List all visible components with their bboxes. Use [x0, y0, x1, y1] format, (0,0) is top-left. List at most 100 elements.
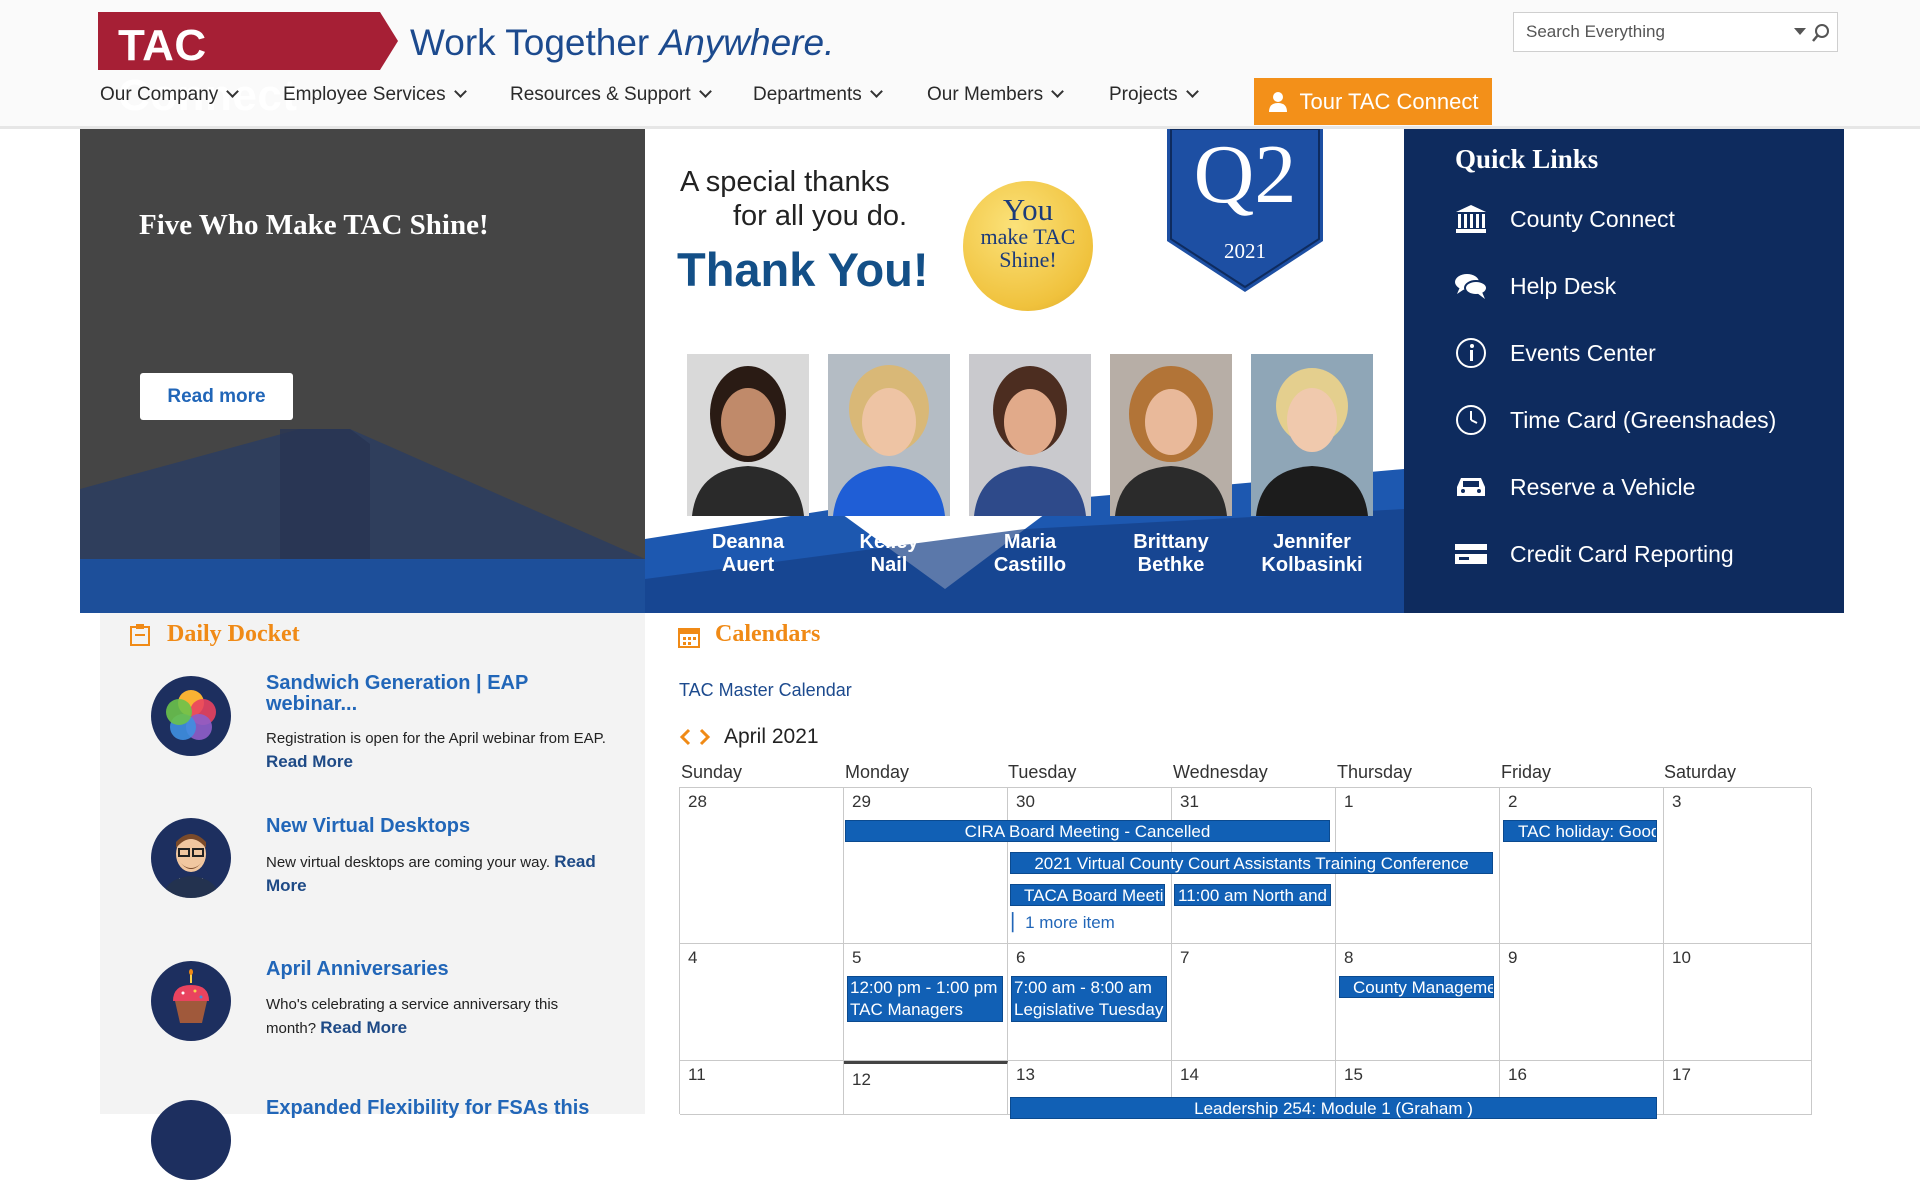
- docket-item-title[interactable]: Expanded Flexibility for FSAs this: [266, 1098, 589, 1119]
- first-name: Deanna: [711, 531, 785, 553]
- tour-label: Tour TAC Connect: [1299, 88, 1479, 114]
- docket-item-title[interactable]: April Anniversaries: [266, 959, 449, 980]
- calendar-day-cell[interactable]: 17: [1664, 1061, 1812, 1115]
- calendar-day-number: 17: [1672, 1065, 1691, 1084]
- calendar-day-cell[interactable]: 28: [680, 788, 844, 944]
- last-name: Bethke: [1137, 554, 1205, 576]
- anniversaries-avatar: [151, 961, 231, 1041]
- calendar-day-cell[interactable]: 7: [1172, 944, 1336, 1061]
- calendar-event[interactable]: Leadership 254: Module 1 (Graham ): [1010, 1097, 1657, 1119]
- thank-you-banner: A special thanks for all you do. Thank Y…: [645, 129, 1404, 613]
- quick-links-panel: Quick Links County Connect Help Desk Eve…: [1404, 129, 1844, 613]
- quick-link-events-center[interactable]: Events Center: [1453, 333, 1656, 373]
- last-name: Auert: [721, 554, 775, 576]
- portrait-brittany: [1110, 354, 1232, 516]
- quick-link-county-connect[interactable]: County Connect: [1453, 199, 1675, 239]
- docket-item-title[interactable]: New Virtual Desktops: [266, 816, 470, 837]
- calendar-event[interactable]: 12:00 pm - 1:00 pm TAC Managers Training: [847, 976, 1003, 1022]
- calendar-icon: [678, 628, 700, 648]
- quick-link-label: Reserve a Vehicle: [1510, 473, 1696, 500]
- event-time: 7:00 am - 8:00 am: [1014, 978, 1152, 997]
- calendar-event[interactable]: TACA Board Meeting: [1010, 884, 1165, 906]
- calendar-day-cell[interactable]: 8: [1336, 944, 1500, 1061]
- calendar-day-number: 9: [1508, 948, 1518, 967]
- calendar-day-cell[interactable]: 9: [1500, 944, 1664, 1061]
- docket-item-title[interactable]: Sandwich Generation | EAP webinar...: [266, 673, 528, 715]
- read-more-link[interactable]: Read More: [266, 752, 353, 771]
- person-name-jennifer: Jennifer Kolbasinki: [1242, 531, 1382, 577]
- quick-link-reserve-vehicle[interactable]: Reserve a Vehicle: [1453, 467, 1695, 507]
- calendar-day-cell[interactable]: 4: [680, 944, 844, 1061]
- nav-employee-services[interactable]: Employee Services: [283, 84, 467, 106]
- nav-resources-support[interactable]: Resources & Support: [510, 84, 712, 106]
- badge-line-2: make TAC: [980, 224, 1076, 249]
- special-line-1: A special thanks: [680, 166, 890, 198]
- calendar-event[interactable]: County Management: [1339, 976, 1494, 998]
- event-title: TAC Managers Training: [850, 1000, 964, 1019]
- nav-our-members[interactable]: Our Members: [927, 84, 1065, 106]
- chevron-left-icon[interactable]: [678, 728, 692, 746]
- credit-card-icon: [1453, 536, 1489, 572]
- nav-projects[interactable]: Projects: [1109, 84, 1199, 106]
- search-icon[interactable]: [1811, 23, 1831, 43]
- calendar-day-cell[interactable]: 2: [1500, 788, 1664, 944]
- chevron-right-icon[interactable]: [698, 728, 712, 746]
- docket-item-summary: Registration is open for the April webin…: [266, 730, 606, 747]
- person-name-kelley: Kelley Nail: [819, 531, 959, 577]
- tagline-emphasis: Anywhere.: [659, 22, 835, 63]
- tour-tac-connect-button[interactable]: Tour TAC Connect: [1254, 78, 1492, 125]
- read-more-button[interactable]: Read more: [140, 373, 293, 420]
- site-header: TAC Connect Work Together Anywhere. Our …: [0, 0, 1920, 129]
- search-scope-dropdown-icon[interactable]: [1794, 28, 1806, 36]
- title-line-1: New Virtual Desktops: [266, 815, 471, 837]
- quick-link-help-desk[interactable]: Help Desk: [1453, 266, 1616, 306]
- nav-departments[interactable]: Departments: [753, 84, 883, 106]
- chevron-down-icon: [698, 85, 712, 98]
- quick-link-label: Help Desk: [1510, 272, 1617, 299]
- calendar-day-cell[interactable]: 11: [680, 1061, 844, 1115]
- nav-label: Our Members: [927, 84, 1044, 105]
- calendar-event[interactable]: CIRA Board Meeting - Cancelled: [845, 820, 1330, 842]
- nav-our-company[interactable]: Our Company: [100, 84, 240, 106]
- q2-year: 2021: [1224, 239, 1266, 263]
- calendar-day-number: 4: [688, 948, 698, 967]
- nav-label: Resources & Support: [510, 84, 691, 105]
- bearded-man-icon: [163, 834, 219, 898]
- tagline: Work Together Anywhere.: [410, 22, 834, 64]
- calendar-event[interactable]: TAC holiday: Good Friday: [1503, 820, 1657, 842]
- portrait-image: [692, 366, 804, 516]
- calendar-day-cell[interactable]: 3: [1664, 788, 1812, 944]
- calendar-day-cell[interactable]: 29: [844, 788, 1008, 944]
- calendar-event[interactable]: 11:00 am North and East: [1174, 884, 1331, 906]
- quick-link-time-card[interactable]: Time Card (Greenshades): [1453, 400, 1776, 440]
- title-line-1: Sandwich Generation | EAP: [266, 672, 529, 694]
- quick-link-label: Events Center: [1510, 339, 1656, 366]
- nav-label: Departments: [753, 84, 862, 105]
- person-icon: [1268, 91, 1287, 112]
- calendar-day-cell[interactable]: 10: [1664, 944, 1812, 1061]
- quick-link-label: County Connect: [1510, 205, 1675, 232]
- portrait-image: [833, 365, 945, 516]
- last-name: Kolbasinki: [1261, 554, 1363, 576]
- last-name: Castillo: [993, 554, 1067, 576]
- fsa-avatar: [151, 1100, 231, 1180]
- more-items-link[interactable]: ▏1 more item: [1012, 913, 1115, 933]
- calendar-day-number: 5: [852, 948, 862, 967]
- calendar-event[interactable]: 2021 Virtual County Court Assistants Tra…: [1010, 852, 1493, 874]
- read-more-link[interactable]: Read More: [320, 1018, 407, 1037]
- calendar-day-cell[interactable]: 12: [844, 1061, 1008, 1115]
- more-items-label: 1 more item: [1025, 913, 1115, 932]
- last-name: Nail: [870, 554, 908, 576]
- clock-icon: [1453, 402, 1489, 438]
- quick-link-credit-card[interactable]: Credit Card Reporting: [1453, 534, 1734, 574]
- tac-master-calendar-link[interactable]: TAC Master Calendar: [679, 680, 852, 701]
- search-box: [1513, 12, 1838, 52]
- search-input[interactable]: [1526, 13, 1776, 51]
- docket-item-text: New virtual desktops are coming your way…: [266, 850, 606, 898]
- badge-line-3: Shine!: [999, 247, 1057, 272]
- title-line-1: Expanded Flexibility for FSAs this: [266, 1097, 590, 1119]
- title-line-1: April Anniversaries: [266, 958, 449, 980]
- tac-connect-logo[interactable]: TAC Connect: [98, 12, 398, 120]
- building-icon: [1453, 201, 1489, 237]
- calendar-event[interactable]: 7:00 am - 8:00 am Legislative Tuesday: [1011, 976, 1167, 1022]
